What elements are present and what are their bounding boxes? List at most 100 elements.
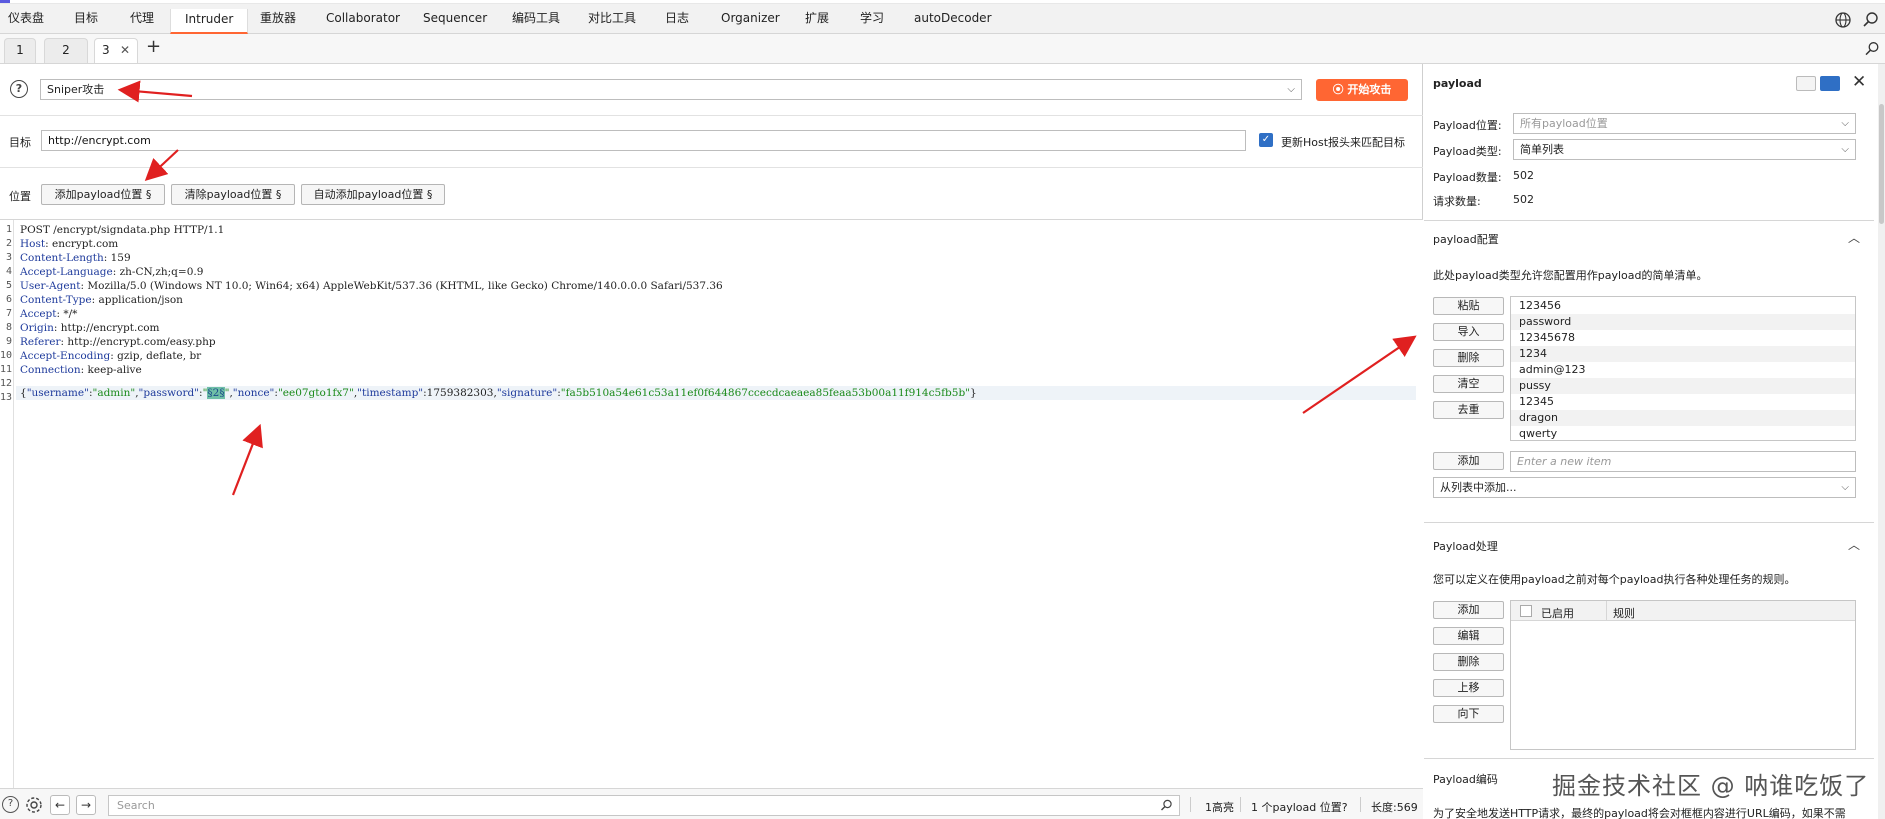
list-item[interactable]: pussy [1511,378,1855,394]
tab-label: 2 [62,43,70,57]
tab-2[interactable]: 2 [44,38,88,63]
request-count-label: 请求数量: [1433,195,1481,208]
collapse-chevron-icon[interactable]: ︿ [1848,229,1860,246]
remove-rule-button[interactable]: 删除 [1433,653,1504,671]
list-item[interactable]: password [1511,314,1855,330]
new-item-input[interactable]: Enter a new item [1510,451,1856,472]
header-name: Connection [20,364,81,376]
move-down-button[interactable]: 向下 [1433,705,1504,723]
header-value: http://encrypt.com [57,322,160,334]
menu-target[interactable]: 目标 [74,10,98,32]
close-tab-icon[interactable]: ✕ [120,39,130,61]
menu-extensions[interactable]: 扩展 [805,10,829,32]
tab-3[interactable]: 3 ✕ [94,38,138,63]
header-value: Mozilla/5.0 (Windows NT 10.0; Win64; x64… [84,280,723,292]
payload-marker[interactable]: §2§ [207,387,225,399]
help-icon[interactable]: ? [10,80,28,98]
payload-count-label: Payload数量: [1433,171,1502,184]
edit-rule-button[interactable]: 编辑 [1433,627,1504,645]
paste-button[interactable]: 粘贴 [1433,297,1504,315]
payload-position-select[interactable]: 所有payload位置 ⌵ [1513,113,1856,134]
list-item[interactable]: 1234 [1511,346,1855,362]
menu-proxy[interactable]: 代理 [130,10,154,32]
burp-window: 仪表盘 目标 代理 Intruder 重放器 Collaborator Sequ… [0,0,1885,819]
column-enabled[interactable]: 已启用 [1541,605,1574,621]
list-item[interactable]: 123456 [1511,298,1855,314]
menu-logger[interactable]: 日志 [665,10,689,32]
editor-search-input[interactable]: Search [108,795,1180,816]
globe-icon[interactable] [1834,11,1852,29]
payload-type-value: 简单列表 [1520,143,1564,156]
load-button[interactable]: 导入 [1433,323,1504,341]
gear-icon[interactable] [24,795,44,815]
json-brace: } [970,387,977,399]
line-number: 5 [5,280,12,291]
menu-organizer[interactable]: Organizer [721,10,780,32]
update-host-checkbox[interactable]: ✓ [1259,133,1273,147]
layout-split-icon[interactable] [1820,76,1840,91]
column-rule[interactable]: 规则 [1613,605,1635,621]
back-arrow-icon[interactable]: ← [50,795,70,815]
header-name: User-Agent [20,280,81,292]
remove-button[interactable]: 删除 [1433,349,1504,367]
json-value: "ee07gto1fx7" [277,387,354,399]
list-item[interactable]: qwerty [1511,426,1855,440]
header-value: 159 [107,252,131,264]
add-from-list-select[interactable]: 从列表中添加... ⌵ [1433,477,1856,498]
add-rule-button[interactable]: 添加 [1433,601,1504,619]
panel-scrollbar[interactable] [1878,64,1885,819]
menu-dashboard[interactable]: 仪表盘 [8,10,44,32]
list-item[interactable]: 12345 [1511,394,1855,410]
menu-repeater[interactable]: 重放器 [260,10,296,32]
menu-decoder[interactable]: 编码工具 [512,10,560,32]
attack-type-select[interactable]: Sniper攻击 ⌵ [40,79,1302,100]
request-editor[interactable]: 1 2 3 4 5 6 7 8 9 10 11 12 13 POST /encr… [0,220,1423,788]
deduplicate-button[interactable]: 去重 [1433,401,1504,419]
list-item[interactable]: 12345678 [1511,330,1855,346]
collapse-chevron-icon[interactable]: ︿ [1848,536,1860,553]
header-value: keep-alive [84,364,142,376]
list-item[interactable]: dragon [1511,410,1855,426]
menu-sequencer[interactable]: Sequencer [423,10,487,32]
json-value: "admin" [92,387,136,399]
clear-button[interactable]: 清空 [1433,375,1504,393]
payload-type-select[interactable]: 简单列表 ⌵ [1513,139,1856,160]
add-payload-position-button[interactable]: 添加payload位置 § [41,184,165,205]
auto-add-payload-positions-button[interactable]: 自动添加payload位置 § [301,184,445,205]
target-url-input[interactable]: http://encrypt.com [41,130,1246,151]
add-from-list-value: 从列表中添加... [1440,481,1517,494]
scrollbar-thumb[interactable] [1879,104,1884,224]
menu-collaborator[interactable]: Collaborator [326,10,400,32]
start-attack-button[interactable]: ⦿ 开始攻击 [1316,79,1408,101]
search-icon[interactable] [1862,11,1880,29]
help-icon[interactable]: ? [2,796,19,813]
close-icon[interactable]: ✕ [1852,72,1866,92]
layout-list-icon[interactable] [1796,76,1816,91]
menu-comparer[interactable]: 对比工具 [588,10,636,32]
request-length: 长度:569 [1371,801,1418,814]
add-tab-icon[interactable]: + [146,36,161,57]
forward-arrow-icon[interactable]: → [76,795,96,815]
tab-1[interactable]: 1 [4,38,36,63]
json-key: "timestamp" [357,387,424,399]
select-all-checkbox[interactable] [1520,605,1532,617]
menu-intruder[interactable]: Intruder [170,9,249,34]
section-divider [1424,220,1874,221]
processing-rules-table[interactable]: 已启用 规则 [1510,600,1856,750]
add-item-button[interactable]: 添加 [1433,452,1504,470]
menu-autodecoder[interactable]: autoDecoder [914,10,992,32]
editor-bottom-bar: ? ← → Search 1高亮 1 个payload 位置? 长度:569 [0,788,1423,819]
header-name: Accept-Language [20,266,113,278]
new-item-placeholder: Enter a new item [1517,455,1612,468]
json-key: "password" [138,387,200,399]
payload-list[interactable]: 123456 password 12345678 1234 admin@123 … [1510,296,1856,441]
clear-payload-positions-button[interactable]: 清除payload位置 § [171,184,295,205]
tab-search-icon[interactable] [1864,41,1880,57]
header-name: Content-Type [20,294,92,306]
move-up-button[interactable]: 上移 [1433,679,1504,697]
list-item[interactable]: admin@123 [1511,362,1855,378]
header-line: Accept-Encoding: gzip, deflate, br [20,350,202,362]
search-icon[interactable] [1160,799,1173,812]
intruder-positions-pane: ? Sniper攻击 ⌵ ⦿ 开始攻击 目标 http://encrypt.com… [0,64,1423,819]
menu-learn[interactable]: 学习 [860,10,884,32]
